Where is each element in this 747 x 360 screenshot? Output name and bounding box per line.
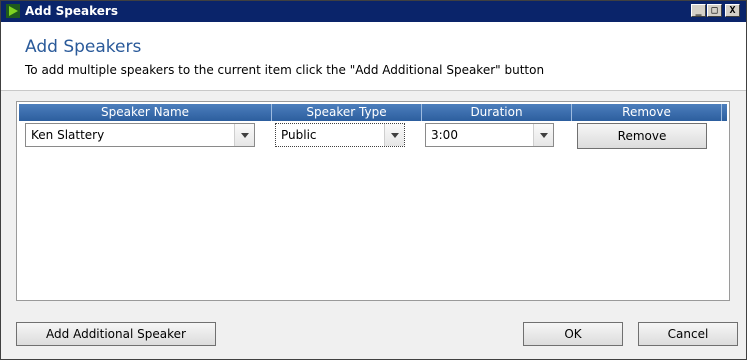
chevron-down-icon[interactable] <box>234 124 254 146</box>
title-bar[interactable]: Add Speakers _ □ X <box>1 1 746 22</box>
column-header-speaker-name[interactable]: Speaker Name <box>19 104 272 121</box>
speaker-type-value: Public <box>281 128 317 142</box>
grid-header: Speaker Name Speaker Type Duration Remov… <box>19 104 727 121</box>
speaker-name-value: Ken Slattery <box>31 128 105 142</box>
duration-value: 3:00 <box>431 128 458 142</box>
column-header-speaker-type[interactable]: Speaker Type <box>272 104 422 121</box>
dialog-instructions: To add multiple speakers to the current … <box>25 63 545 77</box>
chevron-down-icon[interactable] <box>384 124 404 146</box>
chevron-down-icon[interactable] <box>533 124 553 146</box>
add-additional-speaker-button[interactable]: Add Additional Speaker <box>16 322 216 346</box>
cancel-button[interactable]: Cancel <box>638 322 738 346</box>
dialog-heading: Add Speakers <box>25 37 142 57</box>
minimize-button[interactable]: _ <box>691 4 706 17</box>
window-title: Add Speakers <box>25 4 118 18</box>
column-header-remove[interactable]: Remove <box>572 104 722 121</box>
remove-speaker-button[interactable]: Remove <box>577 123 707 149</box>
speaker-type-select[interactable]: Public <box>275 123 405 147</box>
duration-select[interactable]: 3:00 <box>425 123 554 147</box>
column-header-filler <box>722 104 727 121</box>
speaker-name-select[interactable]: Ken Slattery <box>25 123 255 147</box>
close-button[interactable]: X <box>725 4 740 17</box>
ok-button[interactable]: OK <box>523 322 623 346</box>
app-play-icon <box>6 4 20 18</box>
add-speakers-dialog: Add Speakers _ □ X Add Speakers To add m… <box>0 0 747 360</box>
maximize-button[interactable]: □ <box>707 4 722 17</box>
column-header-duration[interactable]: Duration <box>422 104 572 121</box>
